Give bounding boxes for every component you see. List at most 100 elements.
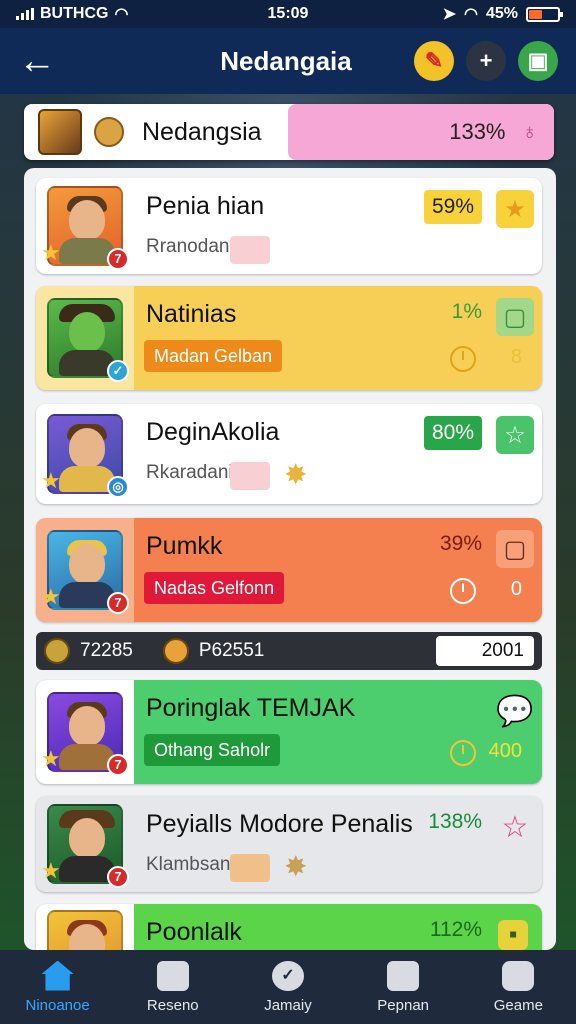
avatar: ✓ <box>47 298 129 382</box>
left-score: 72285 <box>80 640 133 661</box>
lion-icon: ✸ <box>284 459 308 490</box>
percent-badge: 59% <box>423 190 482 224</box>
plus-icon[interactable]: + <box>466 41 506 81</box>
avatar: ★ 7 <box>41 530 129 614</box>
top-app-bar: ← Nedangaia ✎ + ▣ <box>0 28 576 94</box>
rank-badge: 7 <box>107 248 129 270</box>
score-input[interactable]: 2001 <box>436 636 534 666</box>
card-icon <box>156 960 189 991</box>
tab-home[interactable]: Ninoanoe <box>3 960 113 1014</box>
square-icon[interactable]: ▢ <box>496 530 534 568</box>
wifi-icon: ◠ <box>464 6 478 23</box>
leader-avatar <box>38 109 82 155</box>
right-score: P62551 <box>198 640 265 661</box>
avatar: ★ 7 <box>41 692 129 776</box>
list-item[interactable]: ✓ Natinias Madan Gelban 1% ▢ 8 <box>36 286 542 390</box>
list-item[interactable]: ★ 7 Poringlak TEMJAK Othang Saholr 💬 400 <box>36 680 542 784</box>
tab-geame[interactable]: Geame <box>463 960 573 1014</box>
timer-icon[interactable] <box>450 578 476 604</box>
bottom-tab-bar: Ninoanoe Reseno ✓ Jamaiy Pepnan Geame <box>0 950 576 1024</box>
player-name: DeginAkolia <box>146 418 280 446</box>
count-label: 0 <box>510 578 522 600</box>
list-item[interactable]: ★ 7 Pumkk Nadas Gelfonn 39% ▢ 0 <box>36 518 542 622</box>
tab-pepnan[interactable]: Pepnan <box>348 960 458 1014</box>
gift-icon[interactable]: ▣ <box>518 41 558 81</box>
back-arrow-icon[interactable]: ← <box>18 36 68 86</box>
star-outline-icon[interactable]: ☆ <box>496 416 534 454</box>
player-subtitle: Rkaradani <box>146 462 233 483</box>
list-item[interactable]: ★ ◎ DeginAkolia Rkaradani ✸ 80% ☆ <box>36 404 542 504</box>
team-tag: Othang Saholr <box>144 734 281 766</box>
star-icon: ★ <box>41 468 61 493</box>
percent-label: 112% <box>429 918 482 941</box>
percent-label: 138% <box>428 810 482 833</box>
list-icon <box>387 960 420 991</box>
battery-fill <box>529 9 542 19</box>
rank-badge: 7 <box>107 592 129 614</box>
wifi-icon: ◠ <box>114 6 129 23</box>
rank-badge: ◎ <box>107 476 129 498</box>
status-time: 15:09 <box>267 5 309 22</box>
tab-reseno[interactable]: Reseno <box>118 960 228 1014</box>
rank-badge: 7 <box>107 754 129 776</box>
timer-icon[interactable] <box>450 346 476 372</box>
avatar: ★ ◎ <box>41 414 129 498</box>
tab-label: Pepnan <box>377 996 430 1014</box>
shield-icon <box>162 638 189 664</box>
square-icon[interactable]: ▪ <box>498 920 528 950</box>
percent-label: 1% <box>451 300 482 323</box>
player-name: Poringlak TEMJAK <box>146 694 356 722</box>
leader-percent-bar: 133% ♁ <box>288 104 554 160</box>
battery-icon <box>526 6 563 22</box>
tag-chip <box>230 854 270 882</box>
page-title: Nedangaia <box>220 45 352 76</box>
player-name: Poonlalk <box>146 918 242 946</box>
verified-badge: ✓ <box>107 360 129 382</box>
tab-label: Reseno <box>146 996 199 1014</box>
home-icon <box>41 960 74 991</box>
tab-label: Geame <box>493 996 543 1014</box>
leader-card[interactable]: 133% ♁ Nedangsia <box>24 104 554 160</box>
list-item[interactable]: Poonlalk 112% ▪ <box>36 904 542 950</box>
leader-name: Nedangsia <box>142 117 262 146</box>
signal-icon <box>16 8 34 20</box>
chat-icon[interactable]: 💬 <box>496 692 534 730</box>
location-icon: ➤ <box>442 6 456 23</box>
check-icon: ✓ <box>271 960 304 991</box>
leader-percent: 133% <box>449 119 506 144</box>
avatar: ★ 7 <box>41 186 129 270</box>
team-tag: Nadas Gelfonn <box>144 572 285 604</box>
player-name: Peyialls Modore Penalis <box>146 810 413 838</box>
carrier-name: BUTHCG <box>40 5 109 22</box>
timer-icon[interactable] <box>450 740 476 766</box>
star-outline-icon[interactable]: ☆ <box>496 808 534 846</box>
percent-label: 39% <box>439 532 482 555</box>
player-list: ★ 7 Penia hian Rranodani 59% ★ ✓ Natinia… <box>24 168 556 950</box>
list-item[interactable]: ★ 7 Penia hian Rranodani 59% ★ <box>36 178 542 274</box>
lion-trophy-icon <box>94 117 124 147</box>
medal-icon: ♁ <box>521 119 539 144</box>
rank-badge: 7 <box>107 866 129 888</box>
tab-jamaiy[interactable]: ✓ Jamaiy <box>233 960 343 1014</box>
team-tag: Madan Gelban <box>144 340 283 372</box>
pencil-icon[interactable]: ✎ <box>414 41 454 81</box>
count-label: 8 <box>510 346 522 368</box>
player-subtitle: Klambsan <box>146 854 231 875</box>
battery-percent: 45% <box>485 5 518 22</box>
list-item[interactable]: ★ 7 Peyialls Modore Penalis Klambsan ✸ 1… <box>36 796 542 892</box>
percent-badge: 80% <box>423 416 482 450</box>
square-icon[interactable]: ▢ <box>496 298 534 336</box>
star-icon: ★ <box>41 858 61 883</box>
player-name: Penia hian <box>146 192 265 220</box>
player-name: Natinias <box>146 300 237 328</box>
player-name: Pumkk <box>146 532 223 560</box>
star-icon[interactable]: ★ <box>496 190 534 228</box>
tab-label: Jamaiy <box>264 996 312 1014</box>
star-icon: ★ <box>41 746 61 771</box>
tab-label: Ninoanoe <box>25 996 90 1014</box>
lion-icon: ✸ <box>284 851 308 882</box>
avatar <box>47 910 123 950</box>
player-subtitle: Rranodani <box>146 236 234 257</box>
lion-icon <box>44 638 70 664</box>
count-label: 400 <box>488 740 522 762</box>
